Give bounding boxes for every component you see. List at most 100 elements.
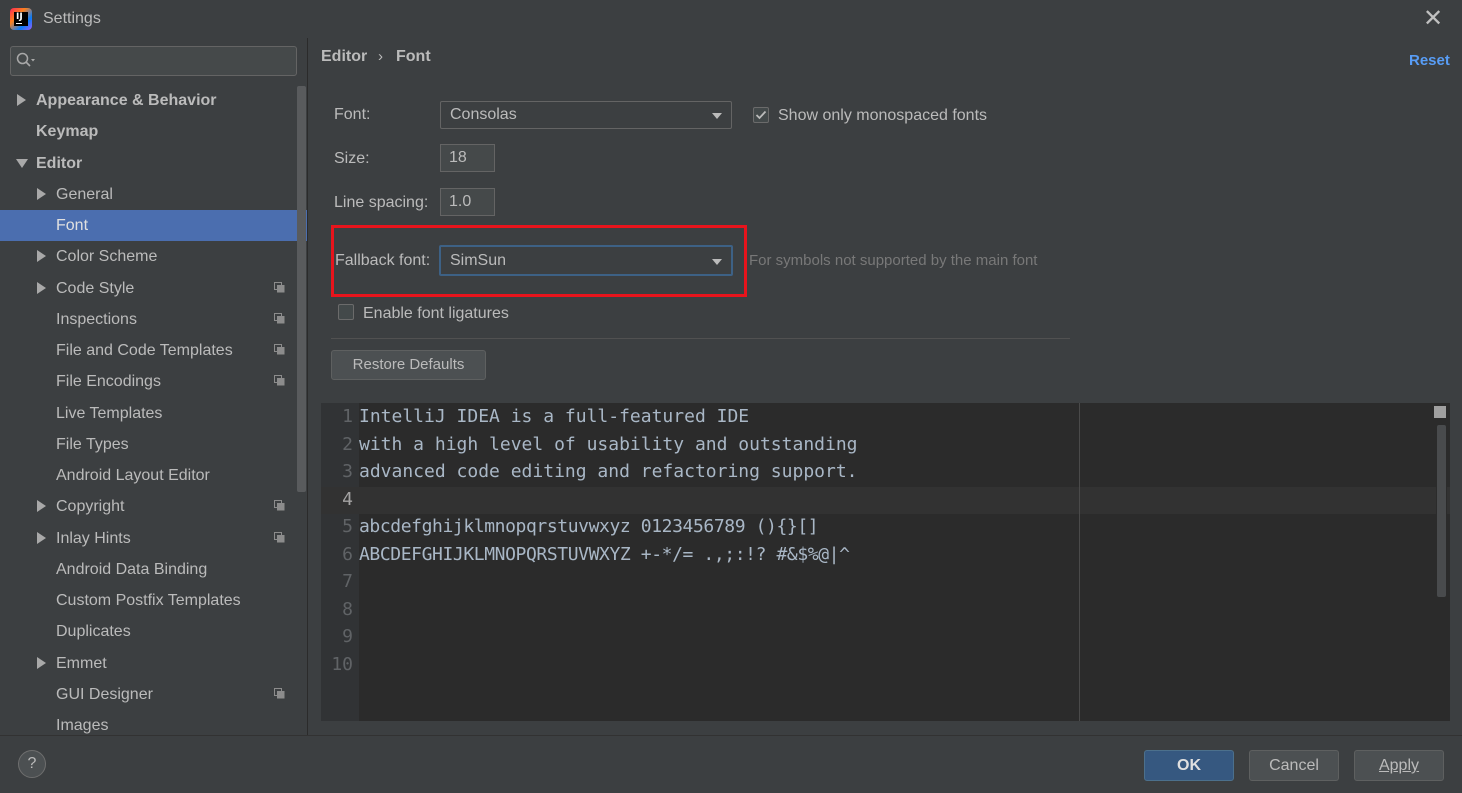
- sidebar-divider: [307, 38, 308, 735]
- project-settings-icon: [274, 312, 285, 324]
- font-label: Font:: [334, 106, 371, 123]
- sidebar-item-label: Color Scheme: [56, 248, 158, 266]
- apply-button[interactable]: Apply: [1354, 750, 1444, 781]
- right-margin-guide: [1079, 403, 1080, 721]
- cancel-button[interactable]: Cancel: [1249, 750, 1339, 781]
- ligatures-checkbox[interactable]: [338, 304, 354, 320]
- sidebar-item-label: File Types: [56, 435, 129, 453]
- line-number: 9: [342, 626, 353, 647]
- fallback-font-hint: For symbols not supported by the main fo…: [749, 252, 1038, 269]
- sidebar-item-inlay-hints[interactable]: Inlay Hints: [0, 523, 307, 554]
- preview-code-line: abcdefghijklmnopqrstuvwxyz 0123456789 ()…: [359, 516, 819, 537]
- line-number: 3: [342, 461, 353, 482]
- close-icon[interactable]: ✕: [1418, 4, 1448, 34]
- sidebar-item-emmet[interactable]: Emmet: [0, 648, 307, 679]
- line-number: 10: [331, 653, 353, 675]
- sidebar-item-color-scheme[interactable]: Color Scheme: [0, 241, 307, 272]
- line-number: 2: [342, 433, 353, 455]
- sidebar-item-live-templates[interactable]: Live Templates: [0, 398, 307, 429]
- current-line-highlight: [321, 487, 1450, 514]
- line-number: 7: [342, 571, 353, 592]
- sidebar-item-code-style[interactable]: Code Style: [0, 273, 307, 304]
- project-settings-icon: [274, 531, 285, 542]
- sidebar-item-custom-postfix-templates[interactable]: Custom Postfix Templates: [0, 585, 307, 616]
- reset-link[interactable]: Reset: [1409, 52, 1450, 69]
- search-icon[interactable]: [16, 52, 38, 68]
- sidebar-item-label: Editor: [36, 154, 83, 172]
- expand-right-icon[interactable]: [37, 281, 46, 294]
- sidebar-item-file-and-code-templates[interactable]: File and Code Templates: [0, 335, 307, 366]
- sidebar-item-label: Emmet: [56, 654, 107, 672]
- sidebar-item-label: Code Style: [56, 279, 135, 297]
- font-dropdown[interactable]: Consolas: [440, 101, 732, 129]
- sidebar-scrollbar[interactable]: [297, 86, 306, 492]
- restore-defaults-button[interactable]: Restore Defaults: [331, 350, 486, 380]
- size-label: Size:: [334, 150, 370, 167]
- project-settings-icon: [274, 687, 285, 699]
- font-dropdown-value: Consolas: [450, 106, 517, 123]
- sidebar-item-file-types[interactable]: File Types: [0, 429, 307, 460]
- project-settings-icon: [274, 344, 285, 355]
- size-input[interactable]: [440, 144, 495, 172]
- sidebar-item-label: GUI Designer: [56, 685, 153, 703]
- project-settings-icon: [274, 500, 285, 511]
- sidebar-item-keymap[interactable]: Keymap: [0, 116, 307, 147]
- sidebar-item-label: Android Layout Editor: [56, 467, 210, 484]
- breadcrumb-font: Font: [396, 48, 431, 65]
- expand-right-icon[interactable]: [37, 531, 46, 544]
- project-settings-icon: [274, 281, 285, 292]
- line-spacing-input[interactable]: [440, 188, 495, 216]
- preview-code-line: advanced code editing and refactoring su…: [359, 461, 858, 482]
- sidebar-item-file-encodings[interactable]: File Encodings: [0, 366, 307, 397]
- sidebar-item-label: Copyright: [56, 498, 125, 516]
- expand-right-icon[interactable]: [37, 187, 46, 200]
- expand-right-icon[interactable]: [37, 500, 46, 513]
- preview-code-line: IntelliJ IDEA is a full-featured IDE: [359, 406, 750, 427]
- sidebar-item-label: General: [56, 185, 113, 203]
- line-spacing-label: Line spacing:: [334, 194, 429, 211]
- sidebar-item-inspections[interactable]: Inspections: [0, 304, 307, 335]
- line-number: 4: [342, 488, 353, 510]
- help-button[interactable]: ?: [18, 750, 46, 778]
- title-bar: [0, 0, 1462, 38]
- window-title: Settings: [43, 10, 101, 27]
- monospace-label[interactable]: Show only monospaced fonts: [778, 107, 987, 125]
- preview-scrollbar[interactable]: [1437, 425, 1446, 597]
- monospace-checkbox[interactable]: [753, 107, 769, 123]
- expand-right-icon[interactable]: [37, 656, 46, 669]
- line-number: 5: [342, 516, 353, 537]
- project-settings-icon: [274, 375, 285, 386]
- ok-button[interactable]: OK: [1144, 750, 1234, 781]
- search-input[interactable]: [44, 48, 293, 74]
- sidebar-item-label: Keymap: [36, 123, 99, 141]
- error-stripe-icon: [1434, 406, 1446, 418]
- sidebar-item-editor[interactable]: Editor: [0, 148, 307, 179]
- sidebar-item-label: Duplicates: [56, 623, 131, 641]
- expand-down-icon[interactable]: [16, 158, 28, 168]
- breadcrumb-editor[interactable]: Editor: [321, 48, 367, 66]
- sidebar-item-copyright[interactable]: Copyright: [0, 491, 307, 522]
- line-number: 1: [342, 406, 353, 427]
- sidebar-item-general[interactable]: General: [0, 179, 307, 210]
- sidebar-item-duplicates[interactable]: Duplicates: [0, 616, 307, 647]
- expand-right-icon[interactable]: [17, 94, 26, 106]
- sidebar-item-font[interactable]: Font: [0, 210, 307, 241]
- sidebar-item-label: Android Data Binding: [56, 560, 208, 578]
- sidebar-item-label: Images: [56, 717, 109, 734]
- ligatures-label[interactable]: Enable font ligatures: [363, 305, 509, 323]
- sidebar-item-gui-designer[interactable]: GUI Designer: [0, 679, 307, 710]
- preview-code-line: with a high level of usability and outst…: [359, 433, 858, 455]
- chevron-down-icon: [712, 113, 722, 119]
- sidebar-item-android-data-binding[interactable]: Android Data Binding: [0, 554, 307, 585]
- sidebar-item-images[interactable]: Images: [0, 710, 307, 741]
- sidebar-item-label: Custom Postfix Templates: [56, 592, 241, 609]
- breadcrumb-separator-icon: ›: [378, 48, 383, 65]
- expand-right-icon[interactable]: [37, 250, 46, 263]
- preview-code-line: ABCDEFGHIJKLMNOPQRSTUVWXYZ +-*/= .,;:!? …: [359, 543, 850, 565]
- sidebar-item-label: Inlay Hints: [56, 529, 131, 547]
- sidebar-item-android-layout-editor[interactable]: Android Layout Editor: [0, 460, 307, 491]
- sidebar-item-label: Appearance & Behavior: [36, 92, 217, 109]
- sidebar-item-appearance-behavior[interactable]: Appearance & Behavior: [0, 85, 307, 116]
- intellij-logo-icon: IJ: [10, 8, 32, 30]
- sidebar-item-label: File Encodings: [56, 373, 161, 391]
